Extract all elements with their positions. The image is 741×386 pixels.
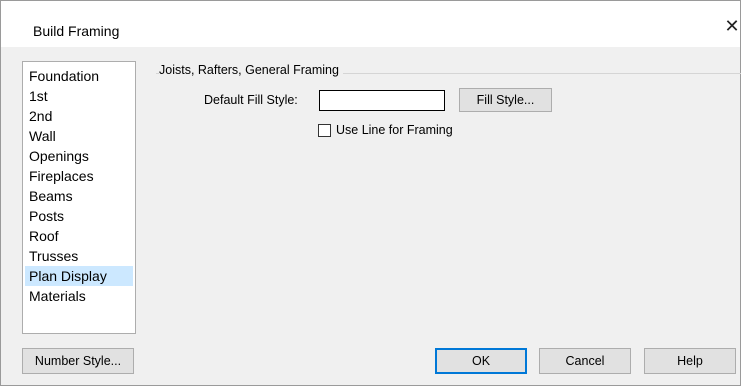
title-bar: Build Framing ✕ bbox=[1, 1, 740, 47]
fill-style-button[interactable]: Fill Style... bbox=[459, 88, 552, 112]
category-item-fireplaces[interactable]: Fireplaces bbox=[25, 166, 133, 186]
default-fill-style-label: Default Fill Style: bbox=[204, 93, 298, 107]
ok-button[interactable]: OK bbox=[435, 348, 527, 374]
close-icon[interactable]: ✕ bbox=[723, 17, 741, 35]
category-item-roof[interactable]: Roof bbox=[25, 226, 133, 246]
use-line-for-framing-checkbox[interactable] bbox=[318, 124, 331, 137]
cancel-button[interactable]: Cancel bbox=[539, 348, 631, 374]
dialog-title: Build Framing bbox=[33, 23, 120, 39]
use-line-for-framing-label[interactable]: Use Line for Framing bbox=[336, 123, 453, 137]
build-framing-dialog: Build Framing ✕ Foundation 1st 2nd Wall … bbox=[0, 0, 741, 386]
category-item-plan-display[interactable]: Plan Display bbox=[25, 266, 133, 286]
category-item-materials[interactable]: Materials bbox=[25, 286, 133, 306]
category-item-wall[interactable]: Wall bbox=[25, 126, 133, 146]
category-list[interactable]: Foundation 1st 2nd Wall Openings Firepla… bbox=[22, 61, 136, 334]
number-style-button[interactable]: Number Style... bbox=[22, 348, 134, 374]
category-item-trusses[interactable]: Trusses bbox=[25, 246, 133, 266]
category-item-1st[interactable]: 1st bbox=[25, 86, 133, 106]
category-item-foundation[interactable]: Foundation bbox=[25, 66, 133, 86]
category-item-beams[interactable]: Beams bbox=[25, 186, 133, 206]
category-item-posts[interactable]: Posts bbox=[25, 206, 133, 226]
category-item-openings[interactable]: Openings bbox=[25, 146, 133, 166]
group-title: Joists, Rafters, General Framing bbox=[159, 63, 343, 77]
category-item-2nd[interactable]: 2nd bbox=[25, 106, 133, 126]
default-fill-style-swatch[interactable] bbox=[319, 90, 445, 111]
help-button[interactable]: Help bbox=[644, 348, 736, 374]
